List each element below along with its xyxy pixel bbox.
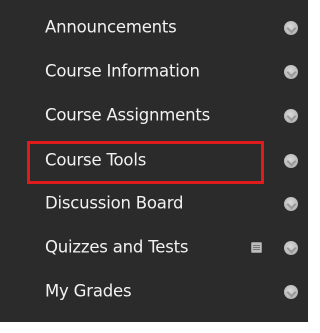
- menu-item-label: Discussion Board: [45, 193, 184, 213]
- document-icon[interactable]: [251, 242, 262, 253]
- menu-item-label: Announcements: [45, 17, 177, 37]
- menu-item-course-information[interactable]: Course Information: [0, 52, 308, 92]
- menu-item-my-grades[interactable]: My Grades: [0, 272, 308, 312]
- course-menu: Announcements Course Information Course …: [0, 0, 308, 322]
- chevron-circle-icon: [284, 154, 298, 168]
- chevron-circle-icon: [284, 197, 298, 211]
- menu-item-label: Quizzes and Tests: [45, 237, 189, 257]
- menu-item-quizzes-and-tests[interactable]: Quizzes and Tests: [0, 228, 308, 268]
- chevron-circle-icon: [284, 109, 298, 123]
- menu-item-label: Course Tools: [45, 150, 147, 170]
- chevron-circle-icon: [284, 21, 298, 35]
- menu-item-course-tools[interactable]: Course Tools: [0, 141, 308, 181]
- menu-item-label: Course Information: [45, 61, 200, 81]
- menu-item-discussion-board[interactable]: Discussion Board: [0, 184, 308, 224]
- menu-item-announcements[interactable]: Announcements: [0, 8, 308, 48]
- chevron-circle-icon: [284, 65, 298, 79]
- menu-item-label: My Grades: [45, 281, 132, 301]
- chevron-circle-icon: [284, 285, 298, 299]
- page-background: [0, 322, 308, 333]
- chevron-circle-icon: [284, 241, 298, 255]
- menu-item-course-assignments[interactable]: Course Assignments: [0, 96, 308, 136]
- menu-item-label: Course Assignments: [45, 105, 210, 125]
